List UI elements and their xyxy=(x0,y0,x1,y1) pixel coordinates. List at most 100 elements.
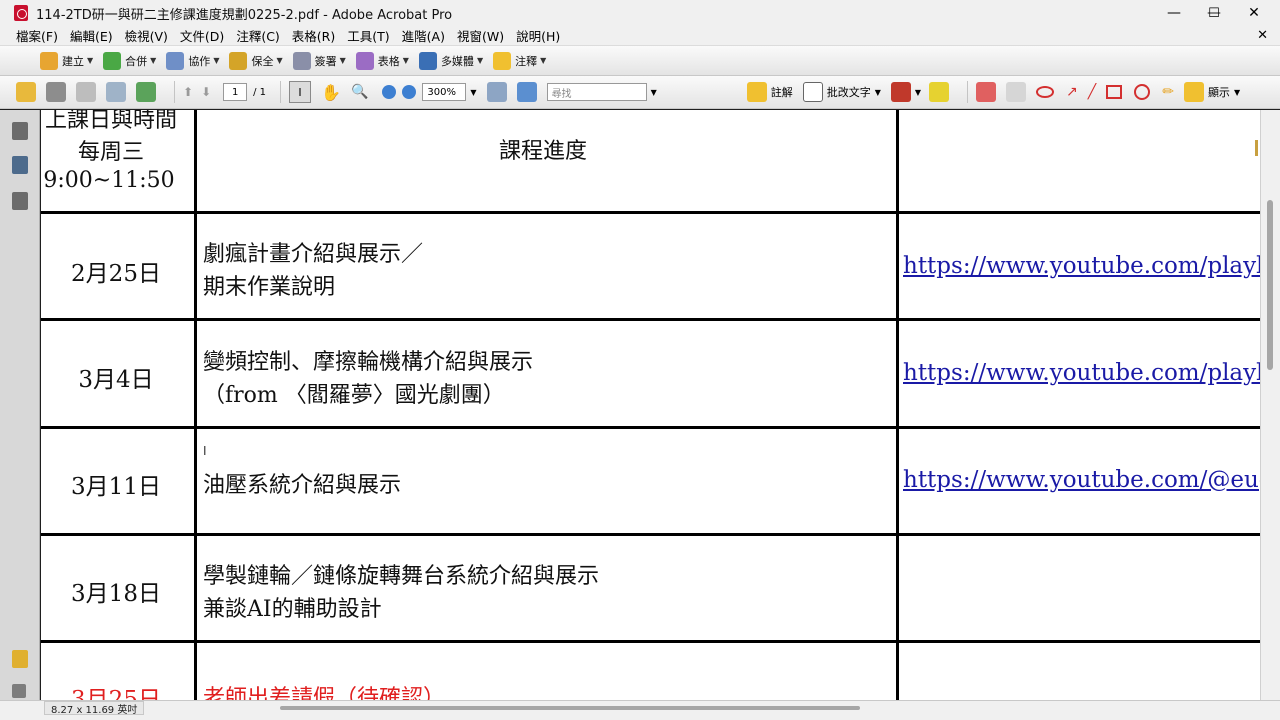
header-schedule-label: 上課日與時間 xyxy=(44,110,177,133)
document-close-icon[interactable]: ✕ xyxy=(1257,28,1268,43)
close-button[interactable]: ✕ xyxy=(1234,0,1274,26)
find-input[interactable]: 尋找 xyxy=(546,83,647,101)
header-time-label: 9:00~11:50 xyxy=(43,168,175,193)
zoom-tool-icon[interactable]: 🔍 xyxy=(351,84,368,100)
menu-forms[interactable]: 表格(R) xyxy=(286,26,341,45)
callout-icon[interactable] xyxy=(976,82,997,102)
menu-file[interactable]: 檔案(F) xyxy=(10,26,64,45)
zoom-out-icon[interactable] xyxy=(382,85,397,99)
lock-icon xyxy=(229,51,248,70)
menu-help[interactable]: 說明(H) xyxy=(510,26,566,45)
menu-document[interactable]: 文件(D) xyxy=(174,26,230,45)
acrobat-app-icon xyxy=(14,5,28,21)
select-text-tool-icon[interactable]: I xyxy=(289,81,312,103)
hand-tool-icon[interactable]: ✋ xyxy=(321,83,341,102)
oval-tool-icon[interactable] xyxy=(1134,84,1151,100)
print-icon[interactable] xyxy=(46,82,66,102)
toolbar-divider xyxy=(174,81,175,103)
schedule-content-line: 油壓系統介紹與展示 xyxy=(203,473,402,498)
text-edits-dropdown-icon[interactable]: ▼ xyxy=(875,88,881,97)
schedule-date: 3月4日 xyxy=(78,367,154,393)
pencil-tool-icon[interactable]: ✏ xyxy=(1162,84,1174,100)
open-folder-icon[interactable] xyxy=(16,82,36,102)
minimize-button[interactable]: — xyxy=(1154,0,1194,26)
schedule-date: 2月25日 xyxy=(71,261,161,287)
scrollbar-thumb[interactable] xyxy=(1267,200,1273,370)
title-bar: 114-2TD研一與研二主修課進度規劃0225-2.pdf - Adobe Ac… xyxy=(0,0,1280,26)
menu-window[interactable]: 視窗(W) xyxy=(451,26,510,45)
comment-bubble-icon xyxy=(493,51,512,70)
web-search-icon[interactable] xyxy=(136,82,156,102)
fit-page-icon[interactable] xyxy=(516,82,537,102)
signatures-panel-icon[interactable] xyxy=(12,192,28,210)
video-link[interactable]: https://www.youtube.com/@eug xyxy=(903,467,1260,493)
schedule-content-line: 老師出差請假（待確認） xyxy=(203,686,446,700)
schedule-date: 3月25日 xyxy=(71,687,161,700)
collaborate-icon xyxy=(166,51,185,70)
schedule-content-line: 學製鏈輪／鏈條旋轉舞台系統介紹與展示 xyxy=(203,564,600,589)
comment-button[interactable]: 注釋 ▼ xyxy=(493,49,546,73)
menu-bar: 檔案(F) 編輯(E) 檢視(V) 文件(D) 注釋(C) 表格(R) 工具(T… xyxy=(0,26,1280,46)
bookmarks-panel-icon[interactable] xyxy=(12,156,28,174)
menu-advanced[interactable]: 進階(A) xyxy=(396,26,451,45)
vertical-scrollbar[interactable] xyxy=(1260,110,1280,700)
video-link[interactable]: https://www.youtube.com/playli xyxy=(903,360,1260,386)
table-row-divider xyxy=(41,318,1260,321)
forms-icon xyxy=(355,51,374,70)
combine-button[interactable]: 合併 ▼ xyxy=(103,49,156,73)
schedule-content-line: 期末作業說明 xyxy=(203,275,336,300)
text-edits-icon[interactable] xyxy=(802,82,823,102)
menu-comments[interactable]: 注釋(C) xyxy=(230,26,285,45)
horizontal-scrollbar[interactable] xyxy=(280,706,860,710)
fit-width-icon[interactable] xyxy=(486,82,507,102)
pages-panel-icon[interactable] xyxy=(12,122,28,140)
zoom-in-icon[interactable] xyxy=(402,85,417,99)
page-number-input[interactable]: 1 xyxy=(223,83,248,101)
sticky-note-icon[interactable] xyxy=(746,82,767,102)
sign-button[interactable]: 簽署 ▼ xyxy=(292,49,346,73)
document-view[interactable]: 上課日與時間 每周三 9:00~11:50 課程進度 2月25日 劇瘋計畫介紹與… xyxy=(41,110,1260,700)
schedule-date: 3月11日 xyxy=(71,474,161,500)
arrow-tool-icon[interactable]: ↗ xyxy=(1066,84,1078,100)
window-title: 114-2TD研一與研二主修課進度規劃0225-2.pdf - Adobe Ac… xyxy=(36,7,453,23)
email-icon[interactable] xyxy=(106,82,126,102)
cloud-tool-icon[interactable] xyxy=(1036,86,1055,98)
menu-view[interactable]: 檢視(V) xyxy=(119,26,174,45)
show-dropdown-icon[interactable]: ▼ xyxy=(1234,88,1240,97)
show-label[interactable]: 顯示 xyxy=(1208,84,1230,100)
menu-edit[interactable]: 編輯(E) xyxy=(64,26,119,45)
navigation-panel xyxy=(0,110,40,700)
maximize-button[interactable]: ☐ xyxy=(1194,0,1234,26)
create-pdf-icon xyxy=(40,51,58,70)
schedule-content-line: （from 〈閻羅夢〉國光劇團） xyxy=(203,383,505,408)
forms-button[interactable]: 表格 ▼ xyxy=(355,49,409,73)
create-button[interactable]: 建立 ▼ xyxy=(40,49,93,73)
show-comments-icon[interactable] xyxy=(1183,82,1204,102)
collaborate-button[interactable]: 協作 ▼ xyxy=(166,49,219,73)
save-icon[interactable] xyxy=(76,82,96,102)
attachments-panel-icon[interactable] xyxy=(12,684,26,698)
highlight-icon[interactable] xyxy=(929,82,950,102)
combine-icon xyxy=(103,51,122,70)
zoom-level-select[interactable]: 300% xyxy=(422,83,467,101)
video-link[interactable]: https://www.youtube.com/playli xyxy=(903,253,1260,279)
text-box-icon[interactable] xyxy=(1006,82,1027,102)
note-tool-label[interactable]: 註解 xyxy=(771,84,793,100)
next-page-icon[interactable]: ⬇ xyxy=(201,85,211,99)
stamp-dropdown-icon[interactable]: ▼ xyxy=(915,88,921,97)
secure-button[interactable]: 保全 ▼ xyxy=(229,49,283,73)
zoom-dropdown-icon[interactable]: ▼ xyxy=(470,88,476,97)
text-edits-label[interactable]: 批改文字 xyxy=(827,84,871,100)
header-weekday-label: 每周三 xyxy=(77,140,144,165)
previous-page-icon[interactable]: ⬆ xyxy=(183,85,193,99)
multimedia-icon xyxy=(418,51,437,70)
multimedia-button[interactable]: 多媒體 ▼ xyxy=(418,49,483,73)
cropped-header-mark xyxy=(1255,140,1258,156)
page-total: / 1 xyxy=(253,86,267,98)
find-dropdown-icon[interactable]: ▼ xyxy=(651,88,657,97)
line-tool-icon[interactable]: ╱ xyxy=(1088,84,1096,100)
comments-panel-icon[interactable] xyxy=(12,650,28,668)
stamp-icon[interactable] xyxy=(890,82,911,102)
rectangle-tool-icon[interactable] xyxy=(1106,85,1123,99)
menu-tools[interactable]: 工具(T) xyxy=(341,26,395,45)
